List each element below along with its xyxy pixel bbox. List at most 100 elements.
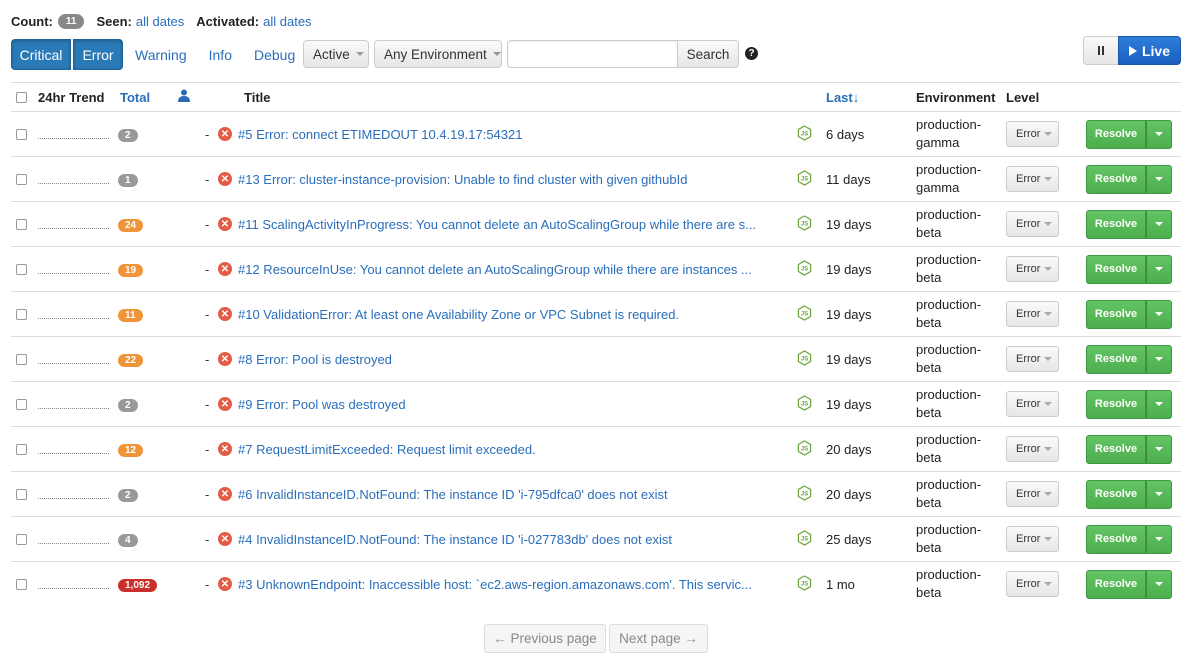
issue-title-link[interactable]: #8 Error: Pool is destroyed [238, 352, 392, 367]
resolve-button[interactable]: Resolve [1086, 479, 1146, 509]
activated-date-link[interactable]: all dates [263, 14, 311, 29]
resolve-button[interactable]: Resolve [1086, 299, 1146, 329]
row-checkbox[interactable] [16, 263, 27, 275]
issue-title-link[interactable]: #4 InvalidInstanceID.NotFound: The insta… [238, 532, 672, 547]
header-last[interactable]: Last↓ [826, 82, 916, 112]
status-dropdown[interactable]: Active [303, 40, 369, 68]
row-checkbox[interactable] [16, 398, 27, 410]
resolve-button[interactable]: Resolve [1086, 569, 1146, 599]
level-dropdown[interactable]: Error [1006, 301, 1059, 327]
chevron-down-icon [1044, 582, 1053, 587]
environment-value: production-beta [916, 252, 982, 285]
last-seen: 20 days [826, 441, 872, 457]
issue-title-link[interactable]: #7 RequestLimitExceeded: Request limit e… [238, 442, 536, 457]
chevron-down-icon [1044, 222, 1053, 226]
resolve-menu-toggle[interactable] [1146, 434, 1172, 464]
issue-title-link[interactable]: #3 UnknownEndpoint: Inaccessible host: `… [238, 577, 752, 592]
resolve-button[interactable]: Resolve [1086, 164, 1146, 194]
seen-date-link[interactable]: all dates [136, 14, 184, 29]
nodejs-icon: JS [797, 304, 812, 321]
select-all-checkbox[interactable] [16, 91, 27, 103]
level-warning-toggle[interactable]: Warning [135, 39, 187, 70]
row-checkbox[interactable] [16, 308, 27, 320]
level-critical-toggle[interactable]: Critical [11, 39, 71, 70]
level-dropdown-label: Error [1016, 263, 1041, 275]
live-button[interactable]: Live [1118, 36, 1181, 65]
resolve-button[interactable]: Resolve [1086, 434, 1146, 464]
chevron-down-icon [1044, 312, 1053, 316]
level-dropdown[interactable]: Error [1006, 121, 1059, 147]
resolve-menu-toggle[interactable] [1146, 524, 1172, 554]
resolve-menu-toggle[interactable] [1146, 164, 1172, 194]
count-label: Count: [11, 13, 53, 29]
resolve-menu-toggle[interactable] [1146, 254, 1172, 284]
level-dropdown[interactable]: Error [1006, 526, 1059, 552]
issue-title-link[interactable]: #6 InvalidInstanceID.NotFound: The insta… [238, 487, 668, 502]
issue-title-link[interactable]: #12 ResourceInUse: You cannot delete an … [238, 262, 752, 277]
issue-title-link[interactable]: #13 Error: cluster-instance-provision: U… [238, 172, 687, 187]
search-button[interactable]: Search [677, 40, 739, 68]
row-checkbox[interactable] [16, 218, 27, 230]
row-checkbox[interactable] [16, 578, 27, 590]
assignee-value: - [205, 171, 210, 187]
resolve-menu-toggle[interactable] [1146, 479, 1172, 509]
seen-label: Seen: [96, 13, 132, 29]
resolve-menu-toggle[interactable] [1146, 569, 1172, 599]
row-checkbox[interactable] [16, 533, 27, 545]
resolve-menu-toggle[interactable] [1146, 119, 1172, 149]
row-checkbox[interactable] [16, 128, 27, 140]
error-level-icon: ✕ [218, 217, 232, 231]
resolve-menu-toggle[interactable] [1146, 344, 1172, 374]
resolve-button[interactable]: Resolve [1086, 389, 1146, 419]
level-dropdown[interactable]: Error [1006, 571, 1059, 598]
resolve-button[interactable]: Resolve [1086, 209, 1146, 239]
environment-dropdown[interactable]: Any Environment [374, 40, 502, 68]
level-dropdown[interactable]: Error [1006, 391, 1059, 417]
resolve-button[interactable]: Resolve [1086, 254, 1146, 284]
resolve-button[interactable]: Resolve [1086, 119, 1146, 149]
row-checkbox[interactable] [16, 173, 27, 185]
level-dropdown[interactable]: Error [1006, 436, 1059, 462]
level-error-toggle[interactable]: Error [73, 39, 123, 70]
level-dropdown[interactable]: Error [1006, 211, 1059, 237]
level-dropdown[interactable]: Error [1006, 256, 1059, 282]
chevron-down-icon [1044, 177, 1053, 181]
chevron-down-icon [1044, 447, 1053, 451]
level-dropdown[interactable]: Error [1006, 166, 1059, 192]
chevron-down-icon [1155, 492, 1163, 496]
row-checkbox[interactable] [16, 443, 27, 455]
level-debug-toggle[interactable]: Debug [254, 39, 295, 70]
resolve-menu-toggle[interactable] [1146, 389, 1172, 419]
issue-title-link[interactable]: #5 Error: connect ETIMEDOUT 10.4.19.17:5… [238, 127, 522, 142]
resolve-menu-toggle[interactable] [1146, 209, 1172, 239]
previous-page-button[interactable]: ← Previous page [484, 624, 606, 653]
level-dropdown[interactable]: Error [1006, 481, 1059, 507]
level-info-toggle[interactable]: Info [209, 39, 232, 70]
header-total[interactable]: Total [120, 82, 175, 112]
help-icon[interactable]: ? [745, 47, 758, 60]
row-checkbox[interactable] [16, 353, 27, 365]
svg-text:JS: JS [801, 445, 808, 452]
sort-down-icon: ↓ [852, 89, 860, 105]
level-dropdown[interactable]: Error [1006, 346, 1059, 372]
resolve-menu-toggle[interactable] [1146, 299, 1172, 329]
issue-title-link[interactable]: #10 ValidationError: At least one Availa… [238, 307, 679, 322]
pause-button[interactable] [1083, 36, 1119, 65]
nodejs-icon: JS [797, 259, 812, 276]
next-page-button[interactable]: Next page → [609, 624, 708, 653]
resolve-button[interactable]: Resolve [1086, 344, 1146, 374]
level-dropdown-label: Error [1016, 128, 1041, 140]
resolve-button[interactable]: Resolve [1086, 524, 1146, 554]
resolve-button-group: Resolve [1086, 569, 1181, 599]
total-badge: 11 [118, 309, 143, 322]
search-input[interactable] [507, 40, 678, 68]
last-seen: 11 days [826, 171, 871, 187]
svg-text:JS: JS [801, 355, 808, 362]
issue-title-link[interactable]: #11 ScalingActivityInProgress: You canno… [238, 217, 756, 232]
level-filter-group: Critical Error Warning Info Debug [11, 39, 295, 70]
issue-title-link[interactable]: #9 Error: Pool was destroyed [238, 397, 406, 412]
total-badge: 2 [118, 129, 138, 142]
row-checkbox[interactable] [16, 488, 27, 500]
resolve-button-group: Resolve [1086, 119, 1181, 149]
environment-value: production-gamma [916, 162, 982, 195]
